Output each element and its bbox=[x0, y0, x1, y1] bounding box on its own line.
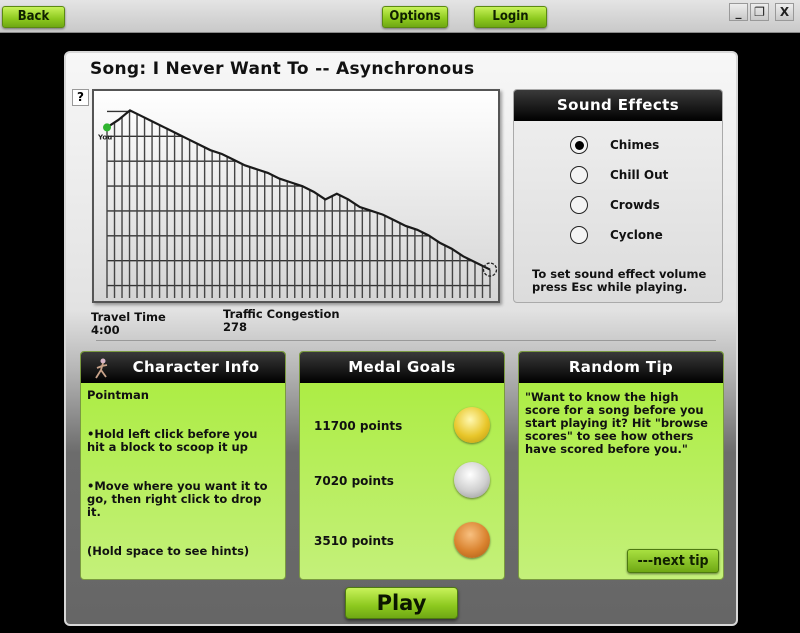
random-tip-title: Random Tip bbox=[519, 352, 723, 383]
radio-selected-dot bbox=[574, 140, 584, 150]
medal-goal-gold: 11700 points bbox=[314, 407, 494, 447]
traffic-congestion-value: 278 bbox=[223, 320, 248, 334]
sfx-option-label: Chimes bbox=[610, 138, 660, 152]
sfx-option-crowds[interactable]: Crowds bbox=[570, 196, 660, 214]
sound-effects-title: Sound Effects bbox=[514, 90, 722, 121]
radio-icon[interactable] bbox=[570, 226, 588, 244]
character-name: Pointman bbox=[87, 388, 149, 402]
travel-time: Travel Time 4:00 bbox=[91, 311, 166, 337]
login-button[interactable]: Login bbox=[474, 6, 547, 28]
character-info-card: Character Info Pointman •Hold left click… bbox=[80, 351, 286, 580]
options-button[interactable]: Options bbox=[382, 6, 448, 28]
character-info-title: Character Info bbox=[132, 358, 260, 376]
gold-medal-icon bbox=[454, 407, 490, 443]
character-info-body: Pointman •Hold left click before you hit… bbox=[81, 383, 285, 564]
next-tip-button[interactable]: ---next tip bbox=[627, 549, 719, 573]
radio-icon[interactable] bbox=[570, 136, 588, 154]
sfx-note-line: press Esc while playing. bbox=[532, 280, 688, 294]
character-tip: •Move where you want it to go, then righ… bbox=[87, 479, 268, 519]
back-button[interactable]: Back bbox=[2, 6, 65, 28]
sfx-volume-note: To set sound effect volume press Esc whi… bbox=[532, 268, 706, 294]
chart-svg: You bbox=[97, 109, 498, 298]
medal-goal-bronze: 3510 points bbox=[314, 522, 494, 562]
song-profile-chart: You bbox=[92, 89, 500, 303]
radio-icon[interactable] bbox=[570, 196, 588, 214]
play-button[interactable]: Play bbox=[345, 587, 458, 619]
character-hint: (Hold space to see hints) bbox=[87, 544, 250, 558]
random-tip-text: "Want to know the high score for a song … bbox=[525, 390, 708, 456]
sfx-option-label: Chill Out bbox=[610, 168, 669, 182]
you-marker bbox=[103, 123, 111, 132]
medal-goals-title: Medal Goals bbox=[300, 352, 504, 383]
medal-goal-label: 3510 points bbox=[314, 534, 394, 548]
sfx-option-label: Cyclone bbox=[610, 228, 663, 242]
character-tip: •Hold left click before you hit a block … bbox=[87, 427, 258, 454]
close-button[interactable]: X bbox=[775, 3, 794, 21]
sfx-option-label: Crowds bbox=[610, 198, 660, 212]
song-title: Song: I Never Want To -- Asynchronous bbox=[90, 59, 475, 79]
divider bbox=[96, 340, 716, 341]
minimize-button[interactable]: _ bbox=[729, 3, 748, 21]
travel-time-value: 4:00 bbox=[91, 323, 120, 337]
restore-button[interactable]: ❐ bbox=[750, 3, 769, 21]
song-panel: Song: I Never Want To -- Asynchronous ? … bbox=[64, 51, 738, 626]
top-bar: Back Options Login _ ❐ X bbox=[0, 0, 800, 33]
help-button[interactable]: ? bbox=[72, 89, 89, 106]
medal-goal-silver: 7020 points bbox=[314, 462, 494, 502]
medal-goals-card: Medal Goals 11700 points 7020 points 351… bbox=[299, 351, 505, 580]
sfx-option-cyclone[interactable]: Cyclone bbox=[570, 226, 663, 244]
sound-effects-panel: Sound Effects Chimes Chill Out Crowds Cy… bbox=[513, 89, 723, 303]
random-tip-card: Random Tip "Want to know the high score … bbox=[518, 351, 724, 580]
silver-medal-icon bbox=[454, 462, 490, 498]
window-controls: _ ❐ X bbox=[729, 3, 794, 21]
character-icon bbox=[95, 358, 108, 379]
medal-goal-label: 7020 points bbox=[314, 474, 394, 488]
profile-line bbox=[106, 109, 491, 271]
character-info-header: Character Info bbox=[81, 352, 285, 383]
radio-icon[interactable] bbox=[570, 166, 588, 184]
you-label: You bbox=[97, 133, 112, 141]
medal-goal-label: 11700 points bbox=[314, 419, 403, 433]
traffic-congestion: Traffic Congestion 278 bbox=[223, 308, 340, 334]
bronze-medal-icon bbox=[454, 522, 490, 558]
sfx-option-chimes[interactable]: Chimes bbox=[570, 136, 659, 154]
sfx-option-chill-out[interactable]: Chill Out bbox=[570, 166, 668, 184]
